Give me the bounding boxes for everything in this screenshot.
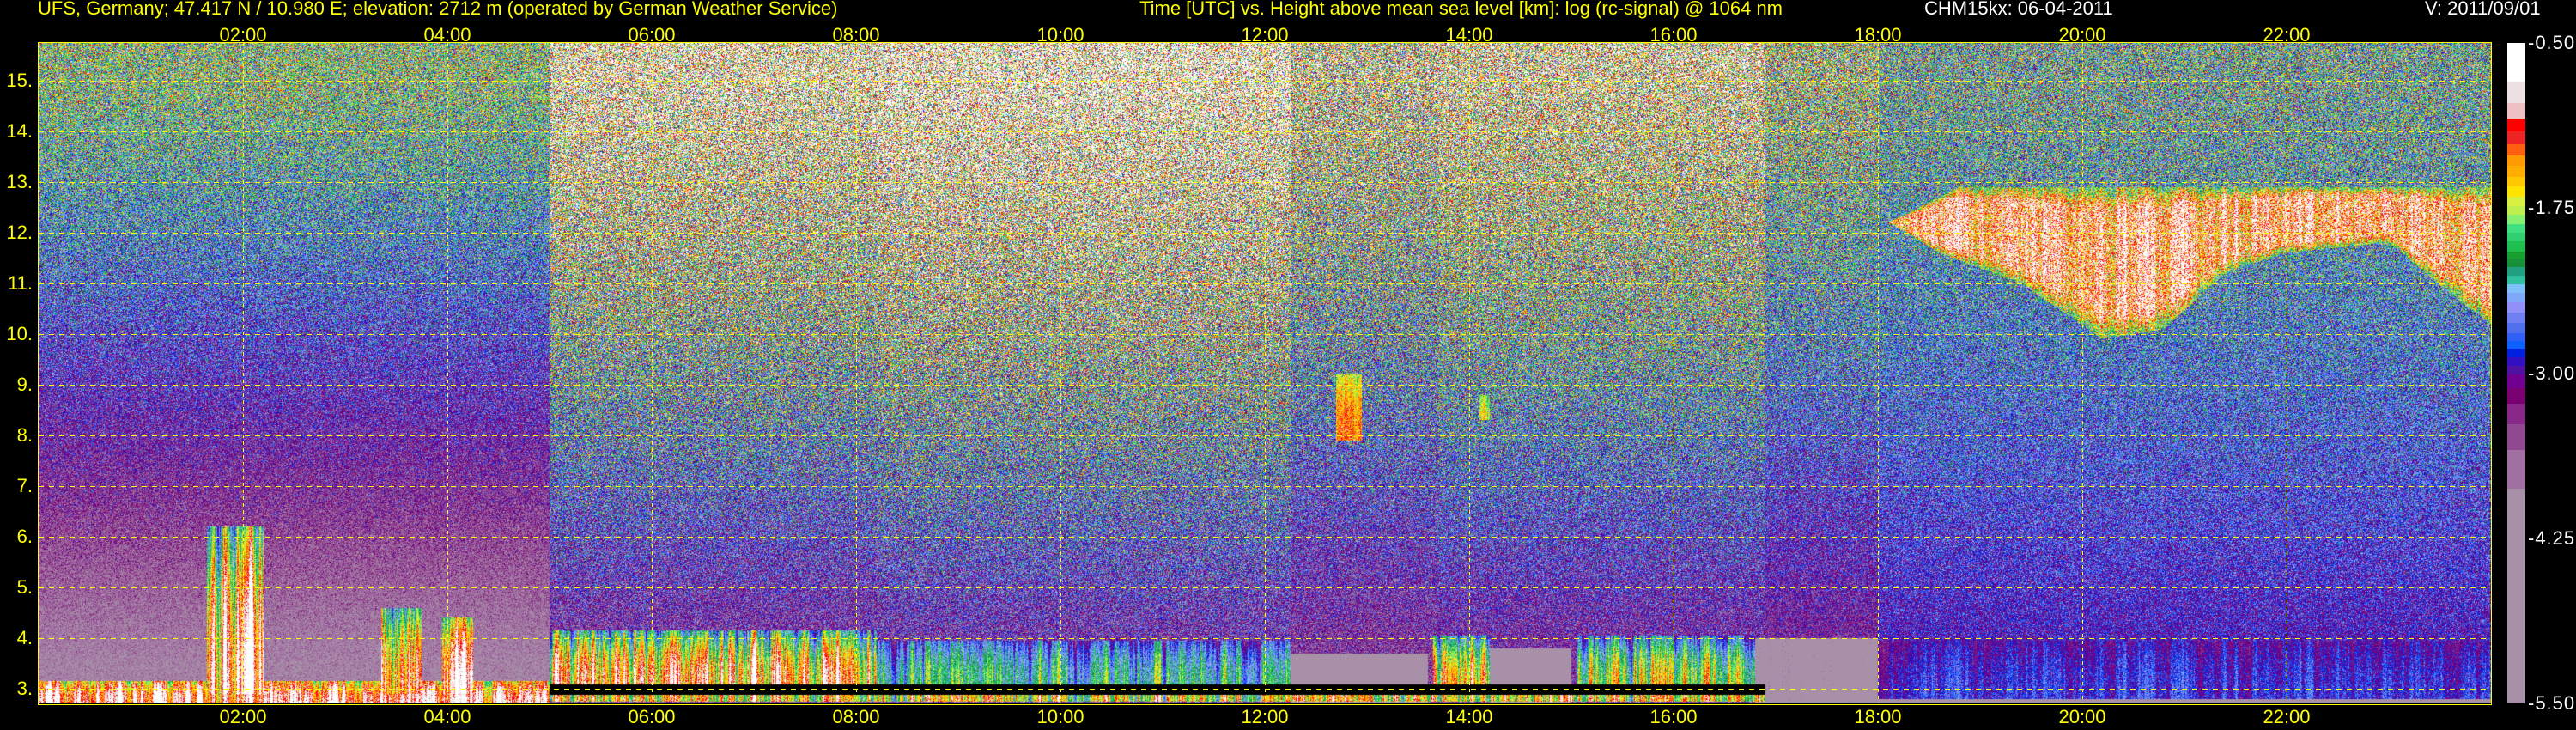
colorbar-segment: [2507, 374, 2525, 389]
colorbar-segment: [2507, 323, 2525, 334]
x-tick-label-top: 06:00: [628, 24, 676, 46]
instrument-date: CHM15kx: 06-04-2011: [1924, 0, 2113, 19]
y-tick-label: 13.: [6, 170, 33, 192]
colorbar-segment: [2507, 103, 2525, 119]
colorbar-tick-label: -4.25: [2528, 526, 2576, 549]
backscatter-heatmap: [39, 43, 2491, 703]
x-tick-label-bottom: 22:00: [2263, 706, 2311, 727]
x-tick-label-top: 20:00: [2058, 24, 2106, 46]
y-tick-label: 7.: [16, 474, 33, 496]
y-tick-label: 3.: [16, 678, 33, 699]
x-tick-label-bottom: 20:00: [2058, 706, 2106, 727]
colorbar-segment: [2507, 81, 2525, 104]
station-info: UFS, Germany; 47.417 N / 10.980 E; eleva…: [38, 0, 838, 19]
colorbar-segment: [2507, 197, 2525, 207]
colorbar-segment: [2507, 293, 2525, 303]
y-tick-label: 6.: [16, 525, 33, 547]
colorbar-tick-label: -1.75: [2528, 197, 2576, 219]
y-tick-label: 15.: [6, 69, 33, 91]
x-tick-label-bottom: 04:00: [423, 706, 471, 727]
colorbar-segment: [2507, 223, 2525, 234]
colorbar-segment: [2507, 206, 2525, 216]
colorbar-tick-label: -5.50: [2528, 692, 2576, 714]
colorbar-segment: [2507, 357, 2525, 367]
colorbar-segment: [2507, 176, 2525, 187]
colorbar-segment: [2507, 155, 2525, 167]
y-tick-label: 12.: [6, 221, 33, 243]
colorbar-segment: [2507, 43, 2525, 82]
x-tick-label-top: 16:00: [1649, 24, 1698, 46]
x-tick-label-bottom: 16:00: [1649, 706, 1698, 727]
colorbar-segment: [2507, 302, 2525, 313]
colorbar-segment: [2507, 313, 2525, 324]
x-tick-label-top: 02:00: [219, 24, 267, 46]
colorbar-segment: [2507, 488, 2525, 704]
colorbar-segment: [2507, 450, 2525, 490]
colorbar-segment: [2507, 388, 2525, 405]
y-tick-label: 9.: [16, 373, 33, 395]
chart-title: Time [UTC] vs. Height above mean sea lev…: [1139, 0, 1783, 19]
y-tick-label: 11.: [8, 271, 33, 294]
colorbar-segment: [2507, 424, 2525, 451]
version-label: V: 2011/09/01: [2425, 0, 2541, 19]
y-tick-label: 8.: [16, 423, 33, 446]
colorbar-segment: [2507, 131, 2525, 145]
colorbar-segment: [2507, 266, 2525, 277]
colorbar-segment: [2507, 233, 2525, 242]
colorbar-segment: [2507, 349, 2525, 358]
x-tick-label-bottom: 14:00: [1445, 706, 1493, 727]
x-tick-label-top: 10:00: [1036, 24, 1084, 46]
x-tick-label-top: 12:00: [1241, 24, 1289, 46]
x-tick-label-bottom: 12:00: [1241, 706, 1289, 727]
x-tick-label-bottom: 18:00: [1854, 706, 1902, 727]
y-tick-label: 14.: [6, 119, 33, 142]
x-tick-label-bottom: 02:00: [219, 706, 267, 727]
x-tick-label-bottom: 10:00: [1036, 706, 1084, 727]
colorbar-tick-label: -0.50: [2528, 32, 2576, 53]
x-tick-label-top: 22:00: [2263, 24, 2311, 46]
x-tick-label-top: 14:00: [1445, 24, 1493, 46]
colorbar-segment: [2507, 258, 2525, 268]
colorbar-segment: [2507, 215, 2525, 225]
x-tick-label-top: 08:00: [832, 24, 880, 46]
colorbar-segment: [2507, 166, 2525, 178]
colorbar-tick-label: -3.00: [2528, 362, 2576, 384]
colorbar-segment: [2507, 366, 2525, 375]
colorbar-segment: [2507, 144, 2525, 156]
x-tick-label-top: 18:00: [1854, 24, 1902, 46]
colorbar-segment: [2507, 404, 2525, 425]
y-tick-label: 10.: [6, 322, 33, 344]
colorbar-segment: [2507, 186, 2525, 198]
x-tick-label-top: 04:00: [423, 24, 471, 46]
colorbar-segment: [2507, 119, 2525, 132]
x-tick-label-bottom: 06:00: [628, 706, 676, 727]
colorbar-segment: [2507, 240, 2525, 252]
y-tick-label: 5.: [16, 575, 33, 598]
x-tick-label-bottom: 08:00: [832, 706, 880, 727]
colorbar-segment: [2507, 283, 2525, 294]
y-tick-label: 4.: [16, 626, 33, 648]
